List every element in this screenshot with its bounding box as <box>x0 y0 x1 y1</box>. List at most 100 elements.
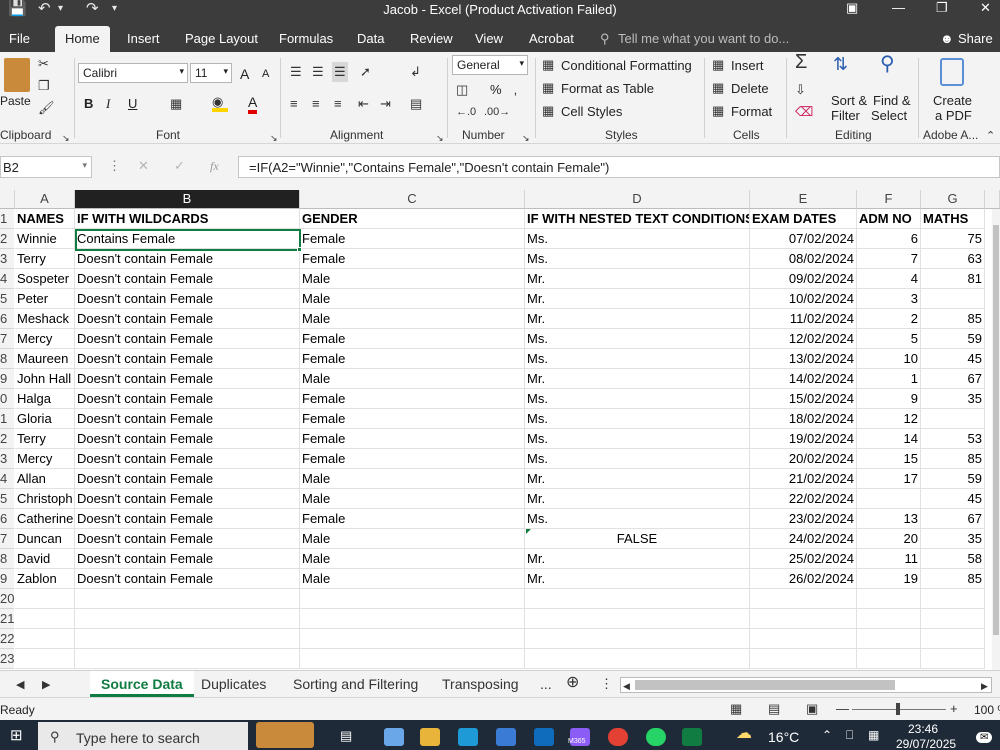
zoom-level[interactable]: 100 % <box>974 703 1000 717</box>
empty-cell[interactable] <box>15 609 75 629</box>
shrink-font-button[interactable]: A <box>262 68 269 80</box>
page-layout-view-icon[interactable]: ▤ <box>768 701 780 717</box>
align-bottom-icon[interactable]: ☰ <box>332 62 348 82</box>
table-cell[interactable]: Terry <box>15 249 75 269</box>
empty-cell[interactable] <box>300 609 525 629</box>
cancel-entry-icon[interactable]: ✕ <box>138 158 149 174</box>
row-header[interactable]: 6 <box>0 509 14 529</box>
name-box[interactable]: B2 ▾ <box>0 156 92 178</box>
table-cell[interactable]: Ms. <box>525 429 750 449</box>
table-cell[interactable]: Halga <box>15 389 75 409</box>
table-cell[interactable]: 18/02/2024 <box>750 409 857 429</box>
row-header[interactable]: 22 <box>0 629 14 649</box>
table-cell[interactable]: 19 <box>857 569 921 589</box>
table-cell[interactable]: 07/02/2024 <box>750 229 857 249</box>
row-header[interactable]: 8 <box>0 349 14 369</box>
table-cell[interactable]: Doesn't contain Female <box>75 329 300 349</box>
table-cell[interactable]: Mr. <box>525 289 750 309</box>
table-cell[interactable]: 09/02/2024 <box>750 269 857 289</box>
table-cell[interactable]: Mr. <box>525 309 750 329</box>
empty-cell[interactable] <box>75 629 300 649</box>
cell-styles-button[interactable]: Cell Styles <box>561 104 622 119</box>
table-cell[interactable]: 13/02/2024 <box>750 349 857 369</box>
table-cell[interactable]: Male <box>300 269 525 289</box>
table-cell[interactable]: Doesn't contain Female <box>75 349 300 369</box>
table-cell[interactable]: Male <box>300 469 525 489</box>
m365-icon[interactable]: M365 <box>568 728 590 746</box>
table-cell[interactable]: Female <box>300 429 525 449</box>
table-cell[interactable]: Ms. <box>525 449 750 469</box>
table-cell[interactable]: 24/02/2024 <box>750 529 857 549</box>
table-cell[interactable]: Male <box>300 369 525 389</box>
table-cell[interactable]: Female <box>300 449 525 469</box>
task-view-icon[interactable]: ▤ <box>340 728 352 744</box>
empty-cell[interactable] <box>75 589 300 609</box>
collapse-ribbon-icon[interactable]: ⌃ <box>986 128 995 144</box>
fill-handle[interactable] <box>297 247 302 252</box>
table-cell[interactable]: 35 <box>921 529 985 549</box>
table-cell[interactable]: 10 <box>857 349 921 369</box>
scroll-right-icon[interactable]: ▶ <box>981 678 988 694</box>
table-cell[interactable]: 14/02/2024 <box>750 369 857 389</box>
table-cell[interactable]: 85 <box>921 449 985 469</box>
edge-icon[interactable] <box>458 728 478 746</box>
table-cell[interactable]: 2 <box>857 309 921 329</box>
store-icon[interactable] <box>496 728 516 746</box>
table-cell[interactable]: 15/02/2024 <box>750 389 857 409</box>
column-header-c[interactable]: C <box>300 190 525 209</box>
find-select-line1[interactable]: Find & <box>873 93 911 108</box>
align-top-icon[interactable]: ☰ <box>290 64 302 80</box>
more-options-icon[interactable]: ⋮ <box>108 158 121 174</box>
horizontal-scrollbar[interactable]: ◀ ▶ <box>620 677 992 693</box>
column-header-f[interactable]: F <box>857 190 921 209</box>
align-center-icon[interactable]: ≡ <box>312 96 320 112</box>
table-cell[interactable]: Christoph <box>15 489 75 509</box>
table-cell[interactable]: Doesn't contain Female <box>75 289 300 309</box>
table-cell[interactable]: Doesn't contain Female <box>75 469 300 489</box>
close-icon[interactable]: ✕ <box>980 0 991 22</box>
empty-cell[interactable] <box>857 589 921 609</box>
table-cell[interactable]: 20/02/2024 <box>750 449 857 469</box>
table-cell[interactable]: Mr. <box>525 369 750 389</box>
empty-cell[interactable] <box>525 629 750 649</box>
next-sheet-icon[interactable]: ▶ <box>42 677 50 693</box>
temperature[interactable]: 16°C <box>768 729 799 745</box>
increase-decimal-icon[interactable]: ←.0 <box>456 104 476 120</box>
table-cell[interactable]: Winnie <box>15 229 75 249</box>
table-cell[interactable]: 9 <box>857 389 921 409</box>
empty-cell[interactable] <box>921 629 985 649</box>
table-cell[interactable]: Doesn't contain Female <box>75 449 300 469</box>
paste-button[interactable]: Paste <box>0 94 31 108</box>
number-format-select[interactable]: General ▾ <box>452 55 528 75</box>
table-cell[interactable]: 22/02/2024 <box>750 489 857 509</box>
empty-cell[interactable] <box>15 629 75 649</box>
bold-button[interactable]: B <box>84 96 93 111</box>
font-size-select[interactable]: 11 ▾ <box>190 63 232 83</box>
table-cell[interactable]: Ms. <box>525 409 750 429</box>
table-cell[interactable]: 14 <box>857 429 921 449</box>
table-cell[interactable]: 11/02/2024 <box>750 309 857 329</box>
table-cell[interactable]: Male <box>300 549 525 569</box>
row-header[interactable]: 2 <box>0 229 14 249</box>
accounting-format-icon[interactable]: ◫ <box>456 82 468 98</box>
vertical-scroll-thumb[interactable] <box>993 225 999 635</box>
empty-cell[interactable] <box>525 649 750 669</box>
table-cell[interactable]: 59 <box>921 469 985 489</box>
empty-cell[interactable] <box>525 609 750 629</box>
empty-cell[interactable] <box>525 589 750 609</box>
tab-acrobat[interactable]: Acrobat <box>529 31 574 46</box>
header-cell[interactable]: IF WITH NESTED TEXT CONDITIONS <box>525 209 750 229</box>
sheet-tab-duplicates[interactable]: Duplicates <box>201 676 266 692</box>
table-cell[interactable]: 81 <box>921 269 985 289</box>
table-cell[interactable] <box>857 489 921 509</box>
table-cell[interactable]: Doesn't contain Female <box>75 249 300 269</box>
table-cell[interactable]: Ms. <box>525 349 750 369</box>
grow-font-button[interactable]: A <box>240 66 249 82</box>
scroll-thumb[interactable] <box>635 680 895 690</box>
cut-icon[interactable]: ✂ <box>38 56 49 72</box>
table-cell[interactable]: Maureen <box>15 349 75 369</box>
table-cell[interactable]: 20 <box>857 529 921 549</box>
tab-review[interactable]: Review <box>410 31 453 46</box>
share-button[interactable]: Share <box>958 31 993 46</box>
table-cell[interactable]: 15 <box>857 449 921 469</box>
